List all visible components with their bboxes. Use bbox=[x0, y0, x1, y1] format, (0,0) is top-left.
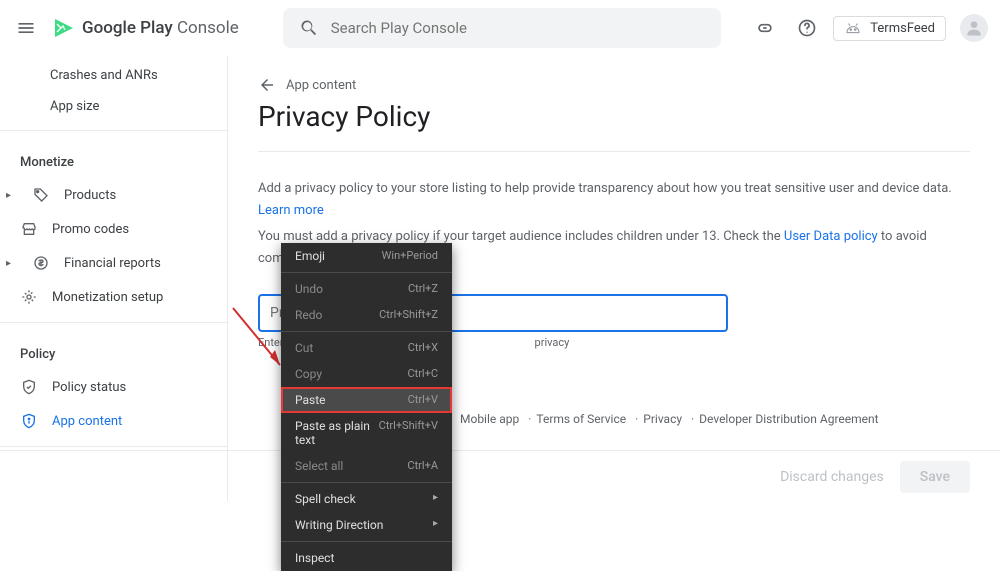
context-menu-shortcut: Ctrl+A bbox=[407, 459, 438, 473]
context-menu-label: Copy bbox=[295, 367, 322, 381]
developer-chip[interactable]: TermsFeed bbox=[833, 16, 946, 41]
sidebar-item-app-content[interactable]: App content bbox=[0, 404, 227, 438]
gear-icon bbox=[20, 288, 38, 306]
breadcrumb-label: App content bbox=[286, 78, 356, 93]
context-menu-shortcut: Ctrl+V bbox=[408, 393, 438, 407]
context-menu-item-cut: Cut Ctrl+X bbox=[281, 335, 452, 361]
context-menu-item-select-all: Select all Ctrl+A bbox=[281, 453, 452, 479]
play-console-icon bbox=[52, 16, 76, 40]
context-menu-label: Redo bbox=[295, 308, 322, 322]
search-input[interactable] bbox=[331, 19, 706, 37]
context-menu-shortcut: Ctrl+Shift+V bbox=[379, 419, 438, 447]
shield-info-icon bbox=[20, 412, 38, 430]
footer-link[interactable]: Terms of Service bbox=[523, 412, 626, 426]
search-icon bbox=[299, 18, 319, 38]
sidebar-item-monetization-setup[interactable]: Monetization setup bbox=[0, 280, 227, 314]
page-title: Privacy Policy bbox=[258, 100, 970, 152]
divider bbox=[0, 450, 1000, 451]
discard-changes-button[interactable]: Discard changes bbox=[780, 469, 884, 485]
context-menu-item-writing-direction[interactable]: Writing Direction bbox=[281, 512, 452, 538]
context-menu-item-inspect[interactable]: Inspect bbox=[281, 545, 452, 571]
divider bbox=[0, 446, 227, 447]
sidebar-item-appsize[interactable]: App size bbox=[0, 91, 227, 122]
context-menu-label: Writing Direction bbox=[295, 518, 383, 532]
divider bbox=[0, 322, 227, 323]
dollar-icon bbox=[32, 254, 50, 272]
context-menu-shortcut: Ctrl+X bbox=[408, 341, 438, 355]
context-menu-item-emoji[interactable]: Emoji Win+Period bbox=[281, 243, 452, 269]
chevron-right-icon: ▸ bbox=[6, 190, 18, 201]
context-menu-divider bbox=[281, 272, 452, 273]
footer-link[interactable]: Privacy bbox=[630, 412, 682, 426]
context-menu-label: Spell check bbox=[295, 492, 356, 506]
search-bar[interactable] bbox=[283, 8, 722, 48]
context-menu-shortcut: Ctrl+Z bbox=[408, 282, 438, 296]
context-menu-shortcut: Win+Period bbox=[382, 249, 438, 263]
description-line1: Add a privacy policy to your store listi… bbox=[258, 178, 970, 222]
arrow-back-icon bbox=[258, 76, 276, 94]
sidebar-section-monetize: Monetize bbox=[0, 139, 227, 178]
sidebar: Crashes and ANRs App size Monetize ▸Prod… bbox=[0, 56, 228, 501]
context-menu-label: Paste bbox=[295, 393, 326, 407]
sidebar-item-crashes[interactable]: Crashes and ANRs bbox=[0, 60, 227, 91]
context-menu-label: Select all bbox=[295, 459, 343, 473]
context-menu-shortcut: Ctrl+C bbox=[407, 367, 438, 381]
link-icon[interactable] bbox=[749, 12, 781, 44]
context-menu-item-redo: Redo Ctrl+Shift+Z bbox=[281, 302, 452, 328]
breadcrumb[interactable]: App content bbox=[258, 56, 970, 94]
help-icon[interactable] bbox=[791, 12, 823, 44]
hamburger-menu-icon[interactable] bbox=[12, 14, 40, 42]
context-menu-shortcut: Ctrl+Shift+Z bbox=[379, 308, 438, 322]
avatar[interactable] bbox=[960, 14, 988, 42]
context-menu-divider bbox=[281, 482, 452, 483]
sidebar-item-financial[interactable]: ▸Financial reports bbox=[0, 246, 227, 280]
context-menu-label: Undo bbox=[295, 282, 323, 296]
learn-more-link[interactable]: Learn more bbox=[258, 203, 324, 218]
context-menu-label: Inspect bbox=[295, 551, 334, 565]
tag-icon bbox=[32, 186, 50, 204]
sidebar-section-policy: Policy bbox=[0, 331, 227, 370]
sidebar-item-policy-status[interactable]: Policy status bbox=[0, 370, 227, 404]
sidebar-item-promocodes[interactable]: Promo codes bbox=[0, 212, 227, 246]
logo[interactable]: Google Play Console bbox=[52, 16, 239, 40]
context-menu-label: Cut bbox=[295, 341, 313, 355]
context-menu-item-spell-check[interactable]: Spell check bbox=[281, 486, 452, 512]
shield-check-icon bbox=[20, 378, 38, 396]
context-menu-item-undo: Undo Ctrl+Z bbox=[281, 276, 452, 302]
app-header: Google Play Console TermsFeed bbox=[0, 0, 1000, 56]
context-menu-divider bbox=[281, 331, 452, 332]
bottom-action-bar: Discard changes Save bbox=[780, 461, 970, 493]
android-icon bbox=[844, 22, 862, 34]
sidebar-item-products[interactable]: ▸Products bbox=[0, 178, 227, 212]
context-menu-item-copy: Copy Ctrl+C bbox=[281, 361, 452, 387]
storefront-icon bbox=[20, 220, 38, 238]
footer-links: Mobile app Terms of Service Privacy Deve… bbox=[460, 412, 879, 426]
context-menu-divider bbox=[281, 541, 452, 542]
context-menu-item-paste-as-plain-text[interactable]: Paste as plain textCtrl+Shift+V bbox=[281, 413, 452, 453]
header-actions: TermsFeed bbox=[749, 12, 988, 44]
chevron-right-icon: ▸ bbox=[6, 258, 18, 269]
context-menu-label: Paste as plain text bbox=[295, 419, 379, 447]
context-menu-item-paste[interactable]: Paste Ctrl+V bbox=[281, 387, 452, 413]
save-button[interactable]: Save bbox=[900, 461, 970, 493]
developer-name: TermsFeed bbox=[870, 21, 935, 36]
logo-text: Google Play Console bbox=[82, 18, 239, 38]
footer-link[interactable]: Developer Distribution Agreement bbox=[686, 412, 879, 426]
divider bbox=[0, 130, 227, 131]
user-data-policy-link[interactable]: User Data policy bbox=[784, 229, 878, 244]
person-icon bbox=[964, 18, 984, 38]
footer-link[interactable]: Mobile app bbox=[460, 412, 519, 426]
context-menu: Emoji Win+Period Undo Ctrl+Z Redo Ctrl+Shift+… bbox=[281, 243, 452, 571]
context-menu-label: Emoji bbox=[295, 249, 325, 263]
